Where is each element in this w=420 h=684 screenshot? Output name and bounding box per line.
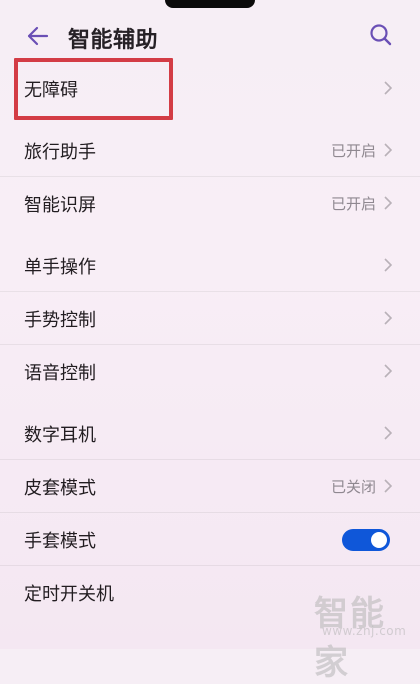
menu-item-travel-assistant[interactable]: 旅行助手 已开启 xyxy=(0,124,420,177)
menu-item-label: 数字耳机 xyxy=(24,425,96,446)
menu-item-label: 手套模式 xyxy=(24,531,96,552)
app-header: 智能辅助 xyxy=(0,16,420,56)
search-icon[interactable] xyxy=(368,22,394,48)
back-arrow-icon[interactable] xyxy=(24,24,50,48)
toggle-knob xyxy=(371,532,387,548)
menu-item-label: 手势控制 xyxy=(24,310,96,331)
settings-list: 无障碍 旅行助手 已开启 智能识屏 已开启 单手操作 手势控制 语音控制 数字耳… xyxy=(0,62,420,618)
camera-notch xyxy=(165,0,255,8)
menu-item-label: 定时开关机 xyxy=(24,584,114,605)
chevron-right-icon xyxy=(384,258,392,272)
chevron-right-icon xyxy=(384,426,392,440)
chevron-right-icon xyxy=(384,196,392,210)
watermark: 智能家 www.znj.com xyxy=(306,586,416,683)
chevron-right-icon xyxy=(384,311,392,325)
status-text: 已开启 xyxy=(330,142,376,160)
highlight-box xyxy=(14,58,173,120)
menu-item-gesture-control[interactable]: 手势控制 xyxy=(0,292,420,345)
glove-mode-toggle[interactable] xyxy=(342,529,390,551)
chevron-right-icon xyxy=(384,364,392,378)
chevron-right-icon xyxy=(384,143,392,157)
status-text: 已开启 xyxy=(330,195,376,213)
menu-item-label: 单手操作 xyxy=(24,257,96,278)
menu-item-voice-control[interactable]: 语音控制 xyxy=(0,345,420,397)
menu-item-label: 智能识屏 xyxy=(24,195,96,216)
chevron-right-icon xyxy=(384,479,392,493)
menu-item-digital-earphone[interactable]: 数字耳机 xyxy=(0,407,420,460)
chevron-right-icon xyxy=(384,81,392,95)
menu-item-label: 旅行助手 xyxy=(24,142,96,163)
menu-item-label: 皮套模式 xyxy=(24,478,96,499)
menu-item-smart-screen-recognition[interactable]: 智能识屏 已开启 xyxy=(0,177,420,229)
menu-item-one-handed-mode[interactable]: 单手操作 xyxy=(0,239,420,292)
menu-item-glove-mode: 手套模式 xyxy=(0,513,420,566)
menu-item-cover-mode[interactable]: 皮套模式 已关闭 xyxy=(0,460,420,513)
watermark-url: www.znj.com xyxy=(322,624,407,638)
menu-item-label: 语音控制 xyxy=(24,363,96,384)
status-text: 已关闭 xyxy=(330,478,376,496)
page-title: 智能辅助 xyxy=(68,28,159,53)
